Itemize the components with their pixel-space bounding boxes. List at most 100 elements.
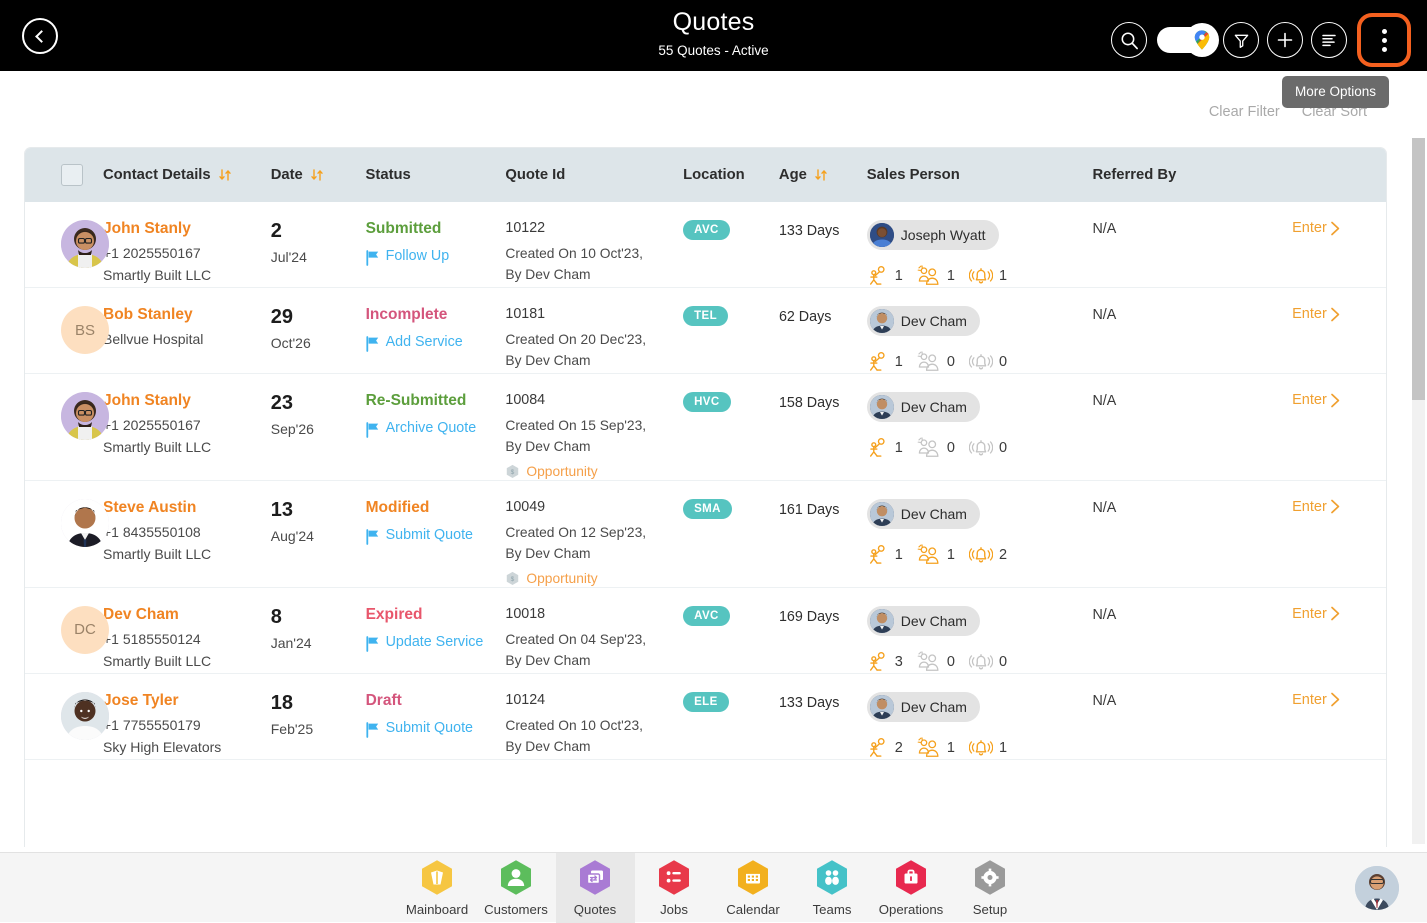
contact-name[interactable]: Steve Austin [103,499,271,517]
metric-team[interactable]: 0 [917,651,955,673]
inspection-icon [867,437,889,459]
nav-item-operations[interactable]: Operations [872,853,951,923]
header-actions [1111,13,1411,67]
status-action-button[interactable]: Archive Quote [366,420,506,442]
enter-button[interactable]: Enter [1292,499,1386,515]
metric-inspection[interactable]: 1 [867,544,903,566]
status-action-label: Follow Up [386,248,450,264]
sort-list-button[interactable] [1311,22,1347,58]
sales-person-pill[interactable]: Dev Cham [867,692,980,722]
nav-item-label: Calendar [726,902,780,917]
map-view-toggle[interactable] [1157,27,1213,53]
metric-alert[interactable]: 0 [969,437,1007,459]
clear-filter-button[interactable]: Clear Filter [1209,104,1280,120]
metric-team[interactable]: 1 [917,544,955,566]
metric-alert[interactable]: 1 [969,737,1007,759]
referred-by-cell: N/A [1092,288,1292,373]
sales-person-pill[interactable]: Dev Cham [867,499,980,529]
enter-label: Enter [1292,306,1327,322]
nav-item-mainboard[interactable]: Mainboard [398,853,477,923]
contact-name[interactable]: Jose Tyler [103,692,271,710]
status-action-label: Add Service [386,334,463,350]
contact-name[interactable]: John Stanly [103,220,271,238]
referred-by-value: N/A [1092,693,1116,709]
age-value: 62 Days [779,306,867,329]
table-header-row: Contact Details Date Status Quote Id [25,148,1386,202]
vertical-scrollbar[interactable] [1412,138,1425,844]
nav-item-label: Mainboard [406,902,468,917]
sales-person-pill[interactable]: Joseph Wyatt [867,220,999,250]
status-action-button[interactable]: Update Service [366,634,506,656]
nav-item-teams[interactable]: Teams [793,853,872,923]
contact-name[interactable]: Dev Cham [103,606,271,624]
status-action-button[interactable]: Add Service [366,334,506,356]
select-all-cell [25,164,103,186]
table-row[interactable]: DC Dev Cham +1 5185550124 Smartly Built … [25,588,1386,674]
contact-details-cell: John Stanly +1 2025550167 Smartly Built … [103,202,271,287]
date-day: 8 [271,606,366,629]
table-row[interactable]: Jose Tyler +1 7755550179 Sky High Elevat… [25,674,1386,760]
metric-team[interactable]: 1 [917,737,955,759]
column-date[interactable]: Date [271,167,366,183]
sales-person-pill[interactable]: Dev Cham [867,392,980,422]
metric-inspection[interactable]: 1 [867,351,903,373]
sales-person-cell: Dev Cham 1 0 0 [867,374,1093,480]
more-options-button[interactable] [1357,13,1411,67]
sort-icon[interactable] [814,168,828,182]
metric-inspection[interactable]: 1 [867,437,903,459]
metric-alert[interactable]: 2 [969,544,1007,566]
nav-item-customers[interactable]: Customers [477,853,556,923]
bottom-navigation: Mainboard Customers Quotes Jobs Calendar… [0,852,1427,922]
metric-inspection[interactable]: 3 [867,651,903,673]
opportunity-badge[interactable]: $ Opportunity [505,464,683,480]
user-avatar[interactable] [1355,866,1399,910]
sales-person-pill[interactable]: Dev Cham [867,606,980,636]
table-row[interactable]: BS Bob Stanley Bellvue Hospital 29 Oct'2… [25,288,1386,374]
metric-team[interactable]: 0 [917,351,955,373]
column-age[interactable]: Age [779,167,867,183]
enter-button[interactable]: Enter [1292,220,1386,236]
column-quote-id: Quote Id [505,167,683,183]
table-row[interactable]: Steve Austin +1 8435550108 Smartly Built… [25,481,1386,588]
contact-name[interactable]: Bob Stanley [103,306,271,324]
select-all-checkbox[interactable] [61,164,83,186]
nav-item-setup[interactable]: Setup [951,853,1030,923]
metric-alert[interactable]: 1 [969,265,1007,287]
sort-icon[interactable] [218,168,232,182]
enter-button[interactable]: Enter [1292,606,1386,622]
column-contact-details[interactable]: Contact Details [103,167,271,183]
enter-button[interactable]: Enter [1292,392,1386,408]
enter-label: Enter [1292,499,1327,515]
back-button[interactable] [22,18,58,54]
status-action-button[interactable]: Follow Up [366,248,506,270]
enter-button[interactable]: Enter [1292,306,1386,322]
nav-item-jobs[interactable]: Jobs [635,853,714,923]
scrollbar-thumb[interactable] [1412,138,1425,400]
add-button[interactable] [1267,22,1303,58]
table-row[interactable]: John Stanly +1 2025550167 Smartly Built … [25,374,1386,481]
sort-icon[interactable] [310,168,324,182]
opportunity-badge[interactable]: $ Opportunity [505,571,683,587]
metric-team[interactable]: 1 [917,265,955,287]
quote-created-info: Created On 10 Oct'23,By Dev Cham [505,715,683,758]
status-action-button[interactable]: Submit Quote [366,527,506,549]
mainboard-icon [420,859,454,897]
enter-button[interactable]: Enter [1292,692,1386,708]
operations-icon [894,859,928,897]
sort-list-icon [1320,32,1338,48]
metric-alert[interactable]: 0 [969,351,1007,373]
metric-alert[interactable]: 0 [969,651,1007,673]
filter-button[interactable] [1223,22,1259,58]
sales-person-pill[interactable]: Dev Cham [867,306,980,336]
status-action-button[interactable]: Submit Quote [366,720,506,742]
nav-item-calendar[interactable]: Calendar [714,853,793,923]
team-icon [917,437,941,459]
metric-team[interactable]: 0 [917,437,955,459]
metric-inspection[interactable]: 2 [867,737,903,759]
metric-inspection[interactable]: 1 [867,265,903,287]
search-button[interactable] [1111,22,1147,58]
table-row[interactable]: John Stanly +1 2025550167 Smartly Built … [25,202,1386,288]
contact-name[interactable]: John Stanly [103,392,271,410]
nav-item-quotes[interactable]: Quotes [556,853,635,923]
age-value: 161 Days [779,499,867,522]
